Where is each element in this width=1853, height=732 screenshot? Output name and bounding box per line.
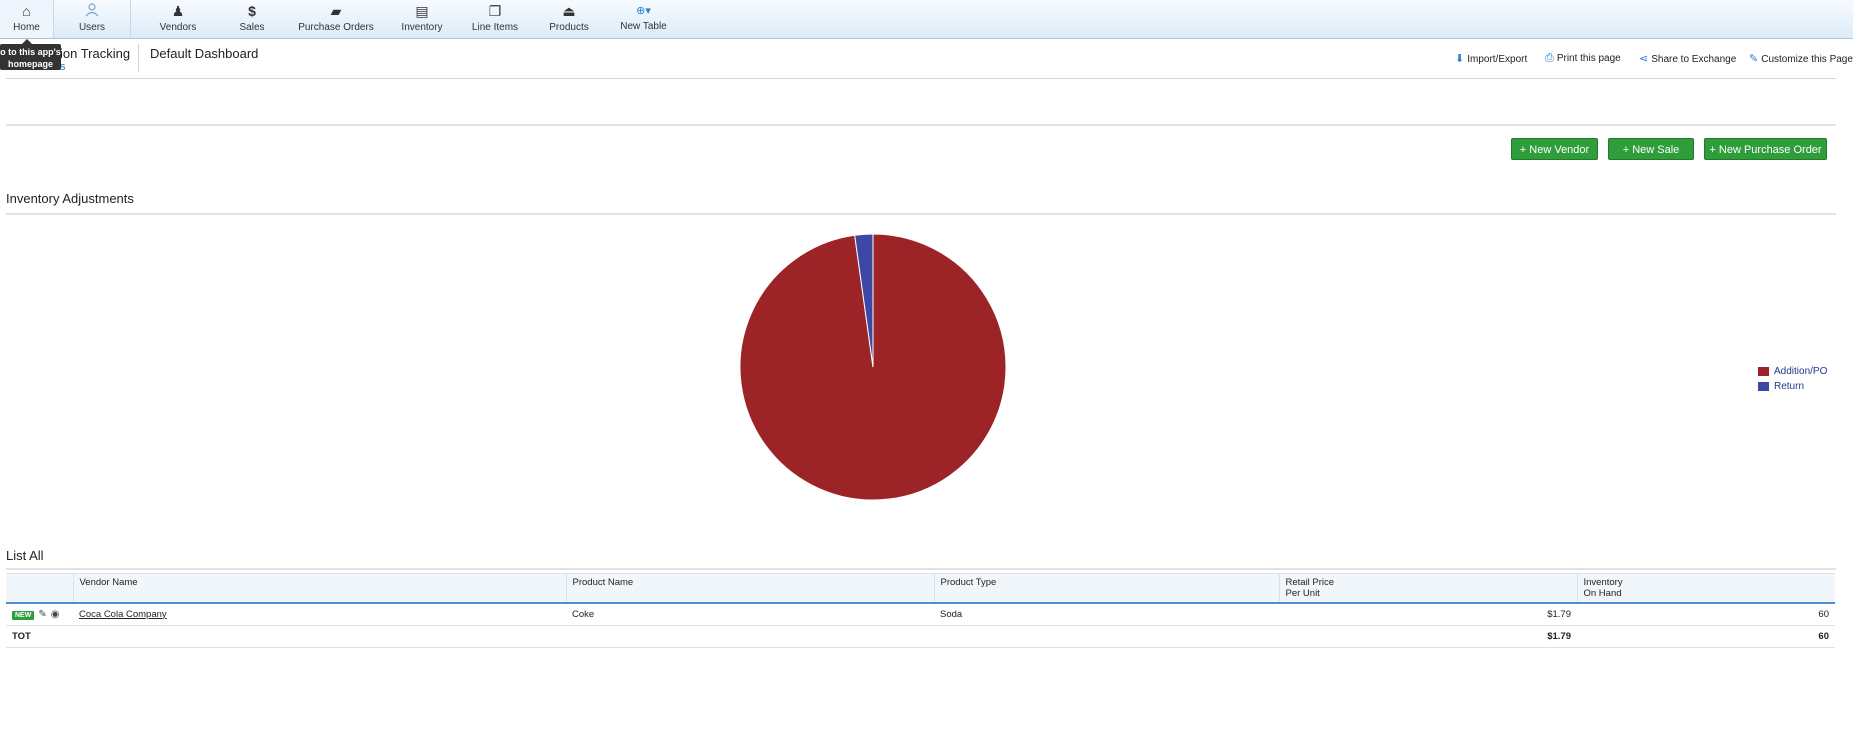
divider — [6, 78, 1836, 79]
legend-item-addition-po[interactable]: Addition/PO — [1758, 366, 1827, 381]
retail-price-line1: Retail Price — [1285, 577, 1335, 588]
folder-icon: ▰ — [330, 3, 342, 19]
retail-price-line2: Per Unit — [1285, 588, 1320, 599]
inventory-line2: On Hand — [1583, 588, 1622, 599]
nav-line-items-label: Line Items — [471, 22, 519, 33]
row-actions: NEW ✎ ◉ — [6, 603, 73, 626]
totals-empty — [73, 625, 566, 648]
home-tooltip: o to this app's homepage — [0, 39, 61, 70]
totals-empty — [934, 625, 1279, 648]
share-link[interactable]: ⋖ Share to Exchange — [1639, 52, 1736, 65]
dollar-icon: $ — [248, 3, 256, 19]
section-title-list-all: List All — [6, 548, 44, 563]
print-label: Print this page — [1556, 53, 1621, 64]
wrench-icon: ✎ — [1749, 53, 1759, 65]
column-header-product-type[interactable]: Product Type — [933, 573, 1279, 604]
section-title-inventory-adjustments: Inventory Adjustments — [6, 191, 134, 206]
nav-inventory[interactable]: ▤ Inventory — [392, 0, 452, 38]
legend-swatch-return — [1758, 381, 1769, 391]
column-header-retail-price[interactable]: Retail Price Per Unit — [1278, 573, 1577, 604]
customize-link[interactable]: ✎ Customize this Page — [1749, 52, 1853, 65]
table-header-row: Vendor Name Product Name Product Type Re… — [6, 573, 1835, 604]
divider — [6, 568, 1836, 570]
nav-inventory-label: Inventory — [401, 22, 443, 33]
plus-circle-icon: ⊕▾ — [636, 5, 651, 17]
divider — [6, 124, 1836, 126]
bell-icon: ⏏ — [562, 3, 576, 19]
cell-retail-price: $1.79 — [1279, 603, 1577, 626]
nav-purchase-orders-label: Purchase Orders — [298, 22, 374, 33]
nav-new-table[interactable]: ⊕▾ New Table — [612, 0, 675, 38]
nav-home-label: Home — [13, 22, 40, 33]
table-row: NEW ✎ ◉ Coca Cola Company Coke Soda $1.79 … — [6, 603, 1835, 626]
copy-icon: ❐ — [488, 3, 502, 19]
cell-product-name: Coke — [566, 603, 934, 626]
legend-swatch-addition-po — [1758, 366, 1769, 376]
totals-empty — [566, 625, 934, 648]
new-badge: NEW — [12, 610, 35, 620]
column-header-vendor-name[interactable]: Vendor Name — [72, 573, 566, 604]
nav-line-items[interactable]: ❐ Line Items — [465, 0, 525, 38]
nav-vendors[interactable]: ♟ Vendors — [148, 0, 208, 38]
share-label: Share to Exchange — [1651, 54, 1737, 65]
view-eye-icon[interactable]: ◉ — [51, 609, 60, 620]
user-icon — [54, 3, 130, 19]
legend-label-addition-po: Addition/PO — [1774, 366, 1828, 377]
nav-users[interactable]: Users — [54, 0, 131, 38]
cell-product-type: Soda — [934, 603, 1279, 626]
nav-products-label: Products — [549, 22, 589, 33]
page-title: Default Dashboard — [150, 46, 259, 61]
column-header-product-name[interactable]: Product Name — [565, 573, 934, 604]
chart-legend: Addition/PO Return — [1758, 366, 1827, 396]
legend-item-return[interactable]: Return — [1758, 381, 1827, 396]
totals-retail-price: $1.79 — [1279, 625, 1577, 648]
divider — [6, 213, 1836, 215]
nav-purchase-orders[interactable]: ▰ Purchase Orders — [296, 0, 376, 38]
inventory-pie-chart — [739, 233, 1007, 501]
import-export-link[interactable]: ⬇ Import/Export — [1455, 52, 1527, 65]
nav-vendors-label: Vendors — [159, 22, 197, 33]
top-navigation: ⌂ Home Users ♟ Vendors $ Sales ▰ Purchas… — [0, 0, 1853, 39]
nav-home[interactable]: ⌂ Home — [0, 0, 54, 38]
breadcrumb-separator — [138, 44, 149, 72]
new-vendor-button[interactable]: + New Vendor — [1511, 138, 1598, 160]
share-icon: ⋖ — [1639, 53, 1649, 65]
legend-label-return: Return — [1774, 381, 1805, 392]
printer-icon: ⎙ — [1545, 52, 1554, 64]
edit-icon[interactable]: ✎ — [38, 609, 46, 620]
nav-new-table-label: New Table — [620, 21, 667, 32]
new-sale-button[interactable]: + New Sale — [1608, 138, 1694, 160]
home-icon: ⌂ — [22, 3, 31, 19]
cell-vendor-name: Coca Cola Company — [73, 603, 566, 626]
column-header-actions — [6, 573, 73, 604]
new-purchase-order-button[interactable]: + New Purchase Order — [1704, 138, 1827, 160]
nav-users-label: Users — [78, 22, 106, 33]
print-link[interactable]: ⎙ Print this page — [1545, 52, 1621, 65]
import-icon: ⬇ — [1455, 53, 1465, 65]
table-totals-row: TOT $1.79 60 — [6, 625, 1835, 648]
totals-inventory: 60 — [1577, 625, 1835, 648]
page-actions: ⬇ Import/Export ⎙ Print this page ⋖ Share t… — [1455, 52, 1853, 66]
totals-label: TOT — [6, 625, 73, 648]
customize-label: Customize this Page — [1761, 54, 1853, 65]
nav-sales[interactable]: $ Sales — [222, 0, 282, 38]
list-all-table: Vendor Name Product Name Product Type Re… — [6, 573, 1835, 648]
nav-products[interactable]: ⏏ Products — [539, 0, 599, 38]
breadcrumb-app[interactable]: ion Tracking — [60, 46, 130, 61]
inventory-icon: ▤ — [415, 3, 429, 19]
inventory-line1: Inventory — [1583, 577, 1623, 588]
import-export-label: Import/Export — [1467, 54, 1528, 65]
vendor-link[interactable]: Coca Cola Company — [79, 609, 167, 620]
cell-inventory-on-hand: 60 — [1577, 603, 1835, 626]
vendor-icon: ♟ — [171, 3, 185, 19]
nav-sales-label: Sales — [239, 22, 265, 33]
column-header-inventory-on-hand[interactable]: Inventory On Hand — [1576, 573, 1835, 604]
